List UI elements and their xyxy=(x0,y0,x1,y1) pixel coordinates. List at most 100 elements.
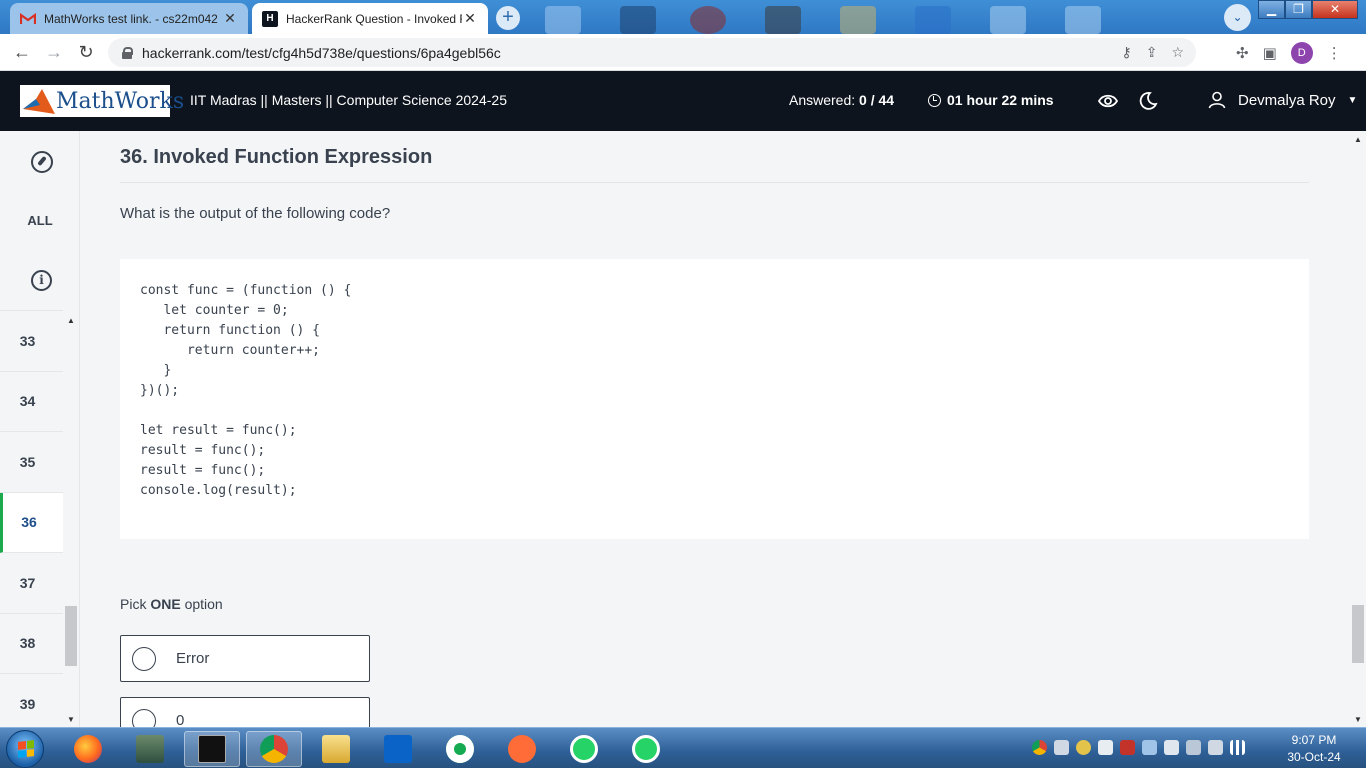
desktop-decoration xyxy=(840,6,876,34)
code-line: result = func(); xyxy=(140,443,266,458)
terminal-taskbar-button[interactable] xyxy=(184,731,240,767)
clipboard-tray-icon[interactable] xyxy=(1098,740,1113,755)
pick-bold: ONE xyxy=(150,596,181,612)
scroll-down-icon[interactable]: ▼ xyxy=(1354,715,1362,724)
pick-instruction: Pick ONE option xyxy=(120,596,223,612)
explorer-taskbar-button[interactable] xyxy=(308,731,364,767)
scrollbar-thumb[interactable] xyxy=(65,606,77,666)
side-panel-icon[interactable]: ▣ xyxy=(1263,44,1277,62)
restore-button[interactable]: ❐ xyxy=(1285,0,1312,19)
eye-icon[interactable] xyxy=(1097,91,1119,111)
divider xyxy=(120,182,1309,183)
minimize-button[interactable]: ▁ xyxy=(1258,0,1285,19)
question-item-34[interactable]: 34 xyxy=(0,372,63,432)
all-questions-link[interactable]: ALL xyxy=(0,213,80,228)
network-adapter-tray-icon[interactable] xyxy=(1142,740,1157,755)
tab-title: MathWorks test link. - cs22m042 xyxy=(44,11,218,26)
user-menu[interactable]: Devmalya Roy ▼ xyxy=(1208,91,1357,109)
question-item-33[interactable]: 33 xyxy=(0,311,63,372)
scrollbar-thumb[interactable] xyxy=(1352,605,1364,663)
close-tab-icon[interactable]: ✕ xyxy=(462,10,478,27)
close-window-button[interactable]: ✕ xyxy=(1312,0,1358,19)
question-item-35[interactable]: 35 xyxy=(0,432,63,493)
browser-menu-icon[interactable]: ⋮ xyxy=(1327,44,1342,62)
sidebar-scrollbar[interactable]: ▲ ▼ xyxy=(64,316,78,726)
whatsapp-taskbar-button[interactable] xyxy=(556,731,612,767)
outlook-taskbar-button[interactable] xyxy=(370,731,426,767)
chrome-tray-icon[interactable] xyxy=(1032,740,1047,755)
page-scrollbar[interactable]: ▲ ▼ xyxy=(1350,131,1366,727)
moon-icon[interactable] xyxy=(1138,91,1158,111)
whatsapp-icon xyxy=(570,735,598,763)
mathworks-peak-icon xyxy=(22,87,56,115)
user-icon xyxy=(1208,91,1226,109)
timer: 01 hour 22 mins xyxy=(928,92,1054,108)
bookmark-star-icon[interactable]: ☆ xyxy=(1171,44,1184,61)
whatsapp-taskbar-button-2[interactable] xyxy=(618,731,674,767)
code-line: let result = func(); xyxy=(140,423,297,438)
windows-taskbar: 9:07 PM 30-Oct-24 xyxy=(0,727,1366,768)
postman-taskbar-button[interactable] xyxy=(494,731,550,767)
answered-count: Answered: 0 / 44 xyxy=(789,92,894,108)
code-line: console.log(result); xyxy=(140,483,297,498)
profile-avatar[interactable]: D xyxy=(1290,42,1313,64)
key-icon[interactable]: ⚷ xyxy=(1121,44,1131,61)
update-tray-icon[interactable] xyxy=(1076,740,1091,755)
firefox-taskbar-button[interactable] xyxy=(60,731,116,767)
radio-button[interactable] xyxy=(132,646,156,671)
desktop-decoration xyxy=(690,6,726,34)
clock-icon xyxy=(928,93,941,107)
clock-date: 30-Oct-24 xyxy=(1287,750,1341,764)
reload-icon[interactable]: ↻ xyxy=(74,41,98,65)
browser-tab-mathworks[interactable]: MathWorks test link. - cs22m042 ✕ xyxy=(10,3,248,34)
close-tab-icon[interactable]: ✕ xyxy=(222,10,238,27)
question-item-38[interactable]: 38 xyxy=(0,614,63,674)
address-bar[interactable]: hackerrank.com/test/cfg4h5d738e/question… xyxy=(108,38,1196,67)
clock-time: 9:07 PM xyxy=(1291,733,1337,747)
system-app-taskbar-button[interactable] xyxy=(122,731,178,767)
question-sidebar: ALL i 33 34 35 36 37 38 39 ▲ ▼ xyxy=(0,131,80,727)
start-button[interactable] xyxy=(6,730,44,768)
chevron-down-icon: ▼ xyxy=(1347,94,1358,106)
display-tray-icon[interactable] xyxy=(1186,740,1201,755)
mongodb-taskbar-button[interactable] xyxy=(432,731,488,767)
logo-text: MathWorks xyxy=(56,88,185,114)
desktop-decoration xyxy=(915,6,951,34)
flag-tray-icon[interactable] xyxy=(1120,740,1135,755)
info-icon[interactable]: i xyxy=(31,270,52,291)
scroll-down-icon[interactable]: ▼ xyxy=(67,715,75,724)
question-item-36[interactable]: 36 xyxy=(0,492,63,553)
chrome-taskbar-button[interactable] xyxy=(246,731,302,767)
scroll-up-icon[interactable]: ▲ xyxy=(1354,135,1362,144)
back-arrow-icon[interactable]: ← xyxy=(10,41,34,65)
question-prompt: What is the output of the following code… xyxy=(120,205,391,222)
tab-title: HackerRank Question - Invoked F xyxy=(286,11,462,26)
forward-arrow-icon[interactable]: → xyxy=(42,41,66,65)
question-item-39[interactable]: 39 xyxy=(0,674,63,727)
system-tray xyxy=(1032,740,1245,755)
signal-icon[interactable] xyxy=(1230,740,1245,755)
mongodb-leaf-icon xyxy=(446,735,474,763)
new-tab-button[interactable]: + xyxy=(496,6,520,30)
command-prompt-icon xyxy=(198,735,226,763)
extensions-puzzle-icon[interactable]: ✣ xyxy=(1236,44,1249,62)
power-tray-icon[interactable] xyxy=(1208,740,1223,755)
compass-icon[interactable] xyxy=(31,151,53,173)
browser-tab-hackerrank[interactable]: H HackerRank Question - Invoked F ✕ xyxy=(252,3,488,34)
radio-button[interactable] xyxy=(132,708,156,727)
share-icon[interactable]: ⇪ xyxy=(1146,44,1158,61)
tab-search-button[interactable]: ⌄ xyxy=(1224,4,1251,31)
firefox-icon xyxy=(74,735,102,763)
volume-icon[interactable] xyxy=(1164,740,1179,755)
code-line: })(); xyxy=(140,383,180,398)
option-zero[interactable]: 0 xyxy=(120,697,370,727)
windows-logo-icon xyxy=(18,740,34,758)
scroll-up-icon[interactable]: ▲ xyxy=(67,316,75,325)
answered-value: 0 / 44 xyxy=(859,92,895,108)
tool-tray-icon[interactable] xyxy=(1054,740,1069,755)
desktop-decoration xyxy=(990,6,1026,34)
system-clock[interactable]: 9:07 PM 30-Oct-24 xyxy=(1282,732,1346,766)
option-error[interactable]: Error xyxy=(120,635,370,682)
question-item-37[interactable]: 37 xyxy=(0,553,63,614)
test-title: IIT Madras || Masters || Computer Scienc… xyxy=(190,92,507,108)
